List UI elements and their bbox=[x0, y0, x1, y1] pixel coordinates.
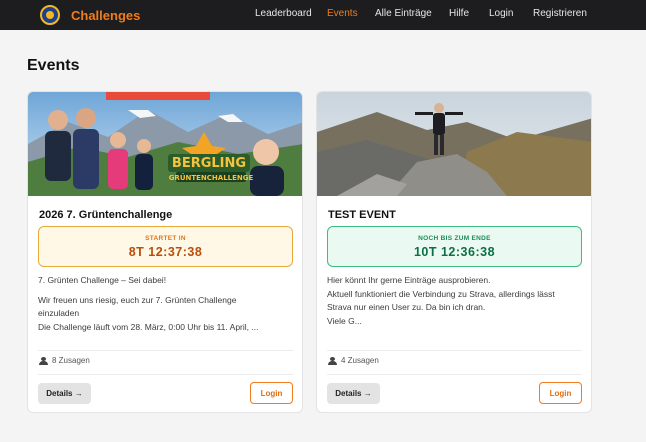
divider bbox=[327, 374, 582, 375]
attendee-count: 4 Zusagen bbox=[328, 356, 379, 365]
login-button[interactable]: Login bbox=[250, 382, 293, 404]
brand[interactable]: Challenges bbox=[40, 5, 140, 25]
event-title[interactable]: 2026 7. Grüntenchallenge bbox=[39, 209, 172, 221]
description-line: Strava nur einen User zu. Da bin ich dra… bbox=[327, 302, 486, 312]
event-card: TEST EVENT NOCH BIS ZUM ENDE 10T 12:36:3… bbox=[316, 91, 592, 413]
image-heading: BERGLING bbox=[172, 156, 246, 171]
event-title[interactable]: TEST EVENT bbox=[328, 209, 396, 221]
countdown-label: NOCH BIS ZUM ENDE bbox=[418, 235, 491, 242]
nav-login[interactable]: Login bbox=[489, 8, 513, 20]
countdown-box: NOCH BIS ZUM ENDE 10T 12:36:38 bbox=[327, 226, 582, 267]
event-photo-illustration bbox=[317, 92, 591, 196]
login-button[interactable]: Login bbox=[539, 382, 582, 404]
event-image[interactable]: BERGLING GRÜNTENCHALLENGE bbox=[28, 92, 302, 196]
description-line: Wir freuen uns riesig, euch zur 7. Grünt… bbox=[38, 294, 237, 305]
description-line: Aktuell funktioniert die Verbindung zu S… bbox=[327, 288, 555, 299]
divider bbox=[38, 374, 293, 375]
countdown-value: 10T 12:36:38 bbox=[413, 245, 496, 259]
countdown-value: 8T 12:37:38 bbox=[128, 245, 203, 259]
details-button[interactable]: Details → bbox=[38, 383, 91, 404]
event-description: Hier könnt Ihr gerne Einträge ausprobier… bbox=[327, 274, 585, 328]
countdown-box: STARTET IN 8T 12:37:38 bbox=[38, 226, 293, 267]
nav-events[interactable]: Events bbox=[327, 8, 358, 20]
description-line: einzuladen bbox=[38, 308, 80, 318]
people-icon bbox=[39, 356, 49, 365]
brand-name: Challenges bbox=[71, 7, 141, 23]
event-description: 7. Grünten Challenge – Sei dabei! Wir fr… bbox=[38, 274, 296, 334]
event-card: BERGLING GRÜNTENCHALLENGE 2026 7. Grünte… bbox=[27, 91, 303, 413]
description-line: Die Challenge läuft vom 28. März, 0:00 U… bbox=[38, 321, 259, 332]
description-line: Viele G... bbox=[327, 315, 362, 326]
attendee-count-label: 4 Zusagen bbox=[341, 356, 379, 365]
brand-logo-icon bbox=[40, 5, 60, 25]
description-line: 7. Grünten Challenge – Sei dabei! bbox=[38, 275, 167, 285]
page-title: Events bbox=[27, 57, 80, 74]
divider bbox=[38, 350, 293, 351]
event-photo-illustration: BERGLING GRÜNTENCHALLENGE bbox=[28, 92, 302, 196]
attendee-count: 8 Zusagen bbox=[39, 356, 90, 365]
divider bbox=[327, 350, 582, 351]
countdown-label: STARTET IN bbox=[145, 235, 186, 242]
nav-hilfe[interactable]: Hilfe bbox=[449, 8, 469, 20]
event-image[interactable] bbox=[317, 92, 591, 196]
image-subheading: GRÜNTENCHALLENGE bbox=[169, 173, 254, 182]
attendee-count-label: 8 Zusagen bbox=[52, 356, 90, 365]
details-button[interactable]: Details → bbox=[327, 383, 380, 404]
description-line: Hier könnt Ihr gerne Einträge ausprobier… bbox=[327, 275, 491, 285]
nav-registrieren[interactable]: Registrieren bbox=[533, 8, 587, 20]
top-navbar: Challenges Leaderboard Events Alle Eintr… bbox=[0, 0, 646, 30]
people-icon bbox=[328, 356, 338, 365]
nav-alle-eintraege[interactable]: Alle Einträge bbox=[375, 8, 432, 20]
nav-leaderboard[interactable]: Leaderboard bbox=[255, 8, 312, 20]
